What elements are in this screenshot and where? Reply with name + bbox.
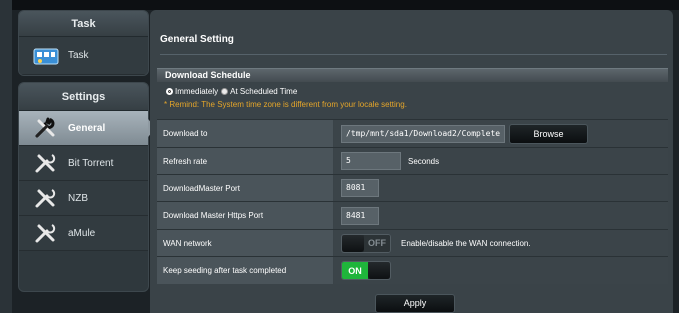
browse-button[interactable]: Browse xyxy=(509,123,588,144)
sidebar-item-amule[interactable]: aMule xyxy=(19,216,148,251)
section-header-download-schedule: Download Schedule xyxy=(157,68,668,82)
radio-immediately-label[interactable]: Immediately xyxy=(175,87,218,96)
refresh-rate-label: Refresh rate xyxy=(157,148,333,174)
row-refresh-rate: Refresh rate 5 Seconds xyxy=(157,147,668,174)
wan-network-hint: Enable/disable the WAN connection. xyxy=(401,238,531,248)
row-download-to: Download to /tmp/mnt/sda1/Download2/Comp… xyxy=(157,119,668,147)
timezone-remind-text: * Remind: The System time zone is differ… xyxy=(164,100,407,109)
left-edge-bar xyxy=(0,0,12,313)
refresh-rate-value: 5 Seconds xyxy=(334,148,668,174)
sidebar-item-nzb[interactable]: NZB xyxy=(19,181,148,216)
row-dm-port: DownloadMaster Port 8081 xyxy=(157,174,668,201)
row-dm-https-port: Download Master Https Port 8481 xyxy=(157,201,668,229)
toggle-state-text: ON xyxy=(342,262,368,279)
wrench-icon xyxy=(33,222,59,244)
download-to-value: /tmp/mnt/sda1/Download2/Complete Browse xyxy=(334,120,668,147)
download-to-label: Download to xyxy=(157,120,333,147)
dm-port-label: DownloadMaster Port xyxy=(157,175,333,201)
dm-https-port-value: 8481 xyxy=(334,202,668,229)
radio-scheduled[interactable] xyxy=(221,87,229,95)
wan-network-value: OFF Enable/disable the WAN connection. xyxy=(334,230,668,256)
sidebar-item-label: NZB xyxy=(68,192,88,204)
keep-seeding-toggle[interactable]: ON xyxy=(341,261,391,280)
apply-area: Apply xyxy=(157,291,668,313)
wan-network-toggle[interactable]: OFF xyxy=(341,233,391,253)
refresh-rate-unit: Seconds xyxy=(408,156,440,166)
refresh-rate-input[interactable]: 5 xyxy=(341,152,401,170)
settings-panel: Settings General Bit Torrent NZB aMule xyxy=(18,82,149,292)
sidebar-item-label: Task xyxy=(68,50,89,61)
sidebar-item-label: aMule xyxy=(68,227,96,239)
task-panel-header: Task xyxy=(19,11,148,37)
task-panel: Task Task xyxy=(18,10,149,76)
dm-https-port-label: Download Master Https Port xyxy=(157,202,333,229)
keep-seeding-value: ON xyxy=(334,257,668,284)
schedule-radio-group: Immediately At Scheduled Time xyxy=(165,85,297,97)
sidebar-item-task[interactable]: Task xyxy=(19,37,148,75)
settings-panel-header: Settings xyxy=(19,83,148,111)
top-bar xyxy=(0,0,679,10)
row-keep-seeding: Keep seeding after task completed ON xyxy=(157,256,668,284)
wrench-icon xyxy=(33,187,59,209)
toggle-knob xyxy=(368,262,390,279)
download-path-input[interactable]: /tmp/mnt/sda1/Download2/Complete xyxy=(341,124,505,143)
wan-network-label: WAN network xyxy=(157,230,333,256)
toggle-state-text: OFF xyxy=(364,234,390,252)
wrench-icon xyxy=(33,117,59,139)
task-icon xyxy=(33,45,59,67)
apply-button[interactable]: Apply xyxy=(375,294,455,313)
dm-port-input[interactable]: 8081 xyxy=(341,179,379,197)
row-wan-network: WAN network OFF Enable/disable the WAN c… xyxy=(157,229,668,256)
sidebar-item-label: Bit Torrent xyxy=(68,157,114,169)
keep-seeding-label: Keep seeding after task completed xyxy=(157,257,333,284)
title-divider xyxy=(160,54,667,55)
dm-https-port-input[interactable]: 8481 xyxy=(341,206,379,225)
sidebar-item-general[interactable]: General xyxy=(19,111,148,146)
sidebar-item-bit-torrent[interactable]: Bit Torrent xyxy=(19,146,148,181)
sidebar-item-label: General xyxy=(68,122,106,134)
dm-port-value: 8081 xyxy=(334,175,668,201)
main-panel: General Setting Download Schedule Immedi… xyxy=(150,10,673,313)
radio-scheduled-label[interactable]: At Scheduled Time xyxy=(230,87,297,96)
radio-immediately[interactable] xyxy=(166,87,173,95)
toggle-knob xyxy=(342,234,364,252)
wrench-icon xyxy=(33,152,59,174)
page-title: General Setting xyxy=(160,34,234,45)
